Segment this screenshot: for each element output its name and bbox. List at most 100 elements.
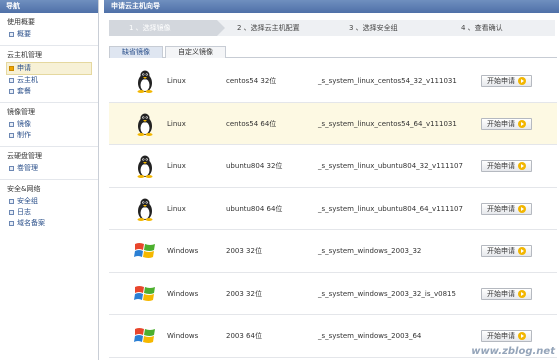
button-label: 开始申请 bbox=[487, 77, 515, 85]
arrow-right-icon bbox=[518, 77, 526, 85]
image-list: Linux centos54 32位 _s_system_linux_centos5… bbox=[109, 60, 557, 358]
sidebar-item-package[interactable]: 套餐 bbox=[7, 86, 98, 97]
table-row[interactable]: Windows 2003 32位 _s_system_windows_2003_32… bbox=[109, 230, 557, 273]
os-version: 2003 32位 bbox=[226, 247, 262, 255]
step-label: 1 、选择镜像 bbox=[129, 24, 171, 32]
windows-logo-icon bbox=[133, 282, 157, 306]
nav-group-title: 云硬盘管理 bbox=[7, 152, 42, 160]
sidebar-item-label: 制作 bbox=[17, 131, 31, 139]
sidebar-item-make[interactable]: 制作 bbox=[7, 130, 98, 141]
sidebar-item-label: 卷管理 bbox=[17, 164, 38, 172]
arrow-right-icon bbox=[518, 162, 526, 170]
sidebar-item-label: 申请 bbox=[17, 64, 31, 72]
start-apply-button[interactable]: 开始申请 bbox=[481, 75, 532, 87]
linux-tux-icon bbox=[133, 112, 157, 136]
arrow-right-icon bbox=[518, 247, 526, 255]
os-name: Linux bbox=[167, 204, 186, 213]
watermark: www.zblog.net bbox=[471, 346, 555, 357]
sidebar-item-label: 概要 bbox=[17, 30, 31, 38]
image-tabs: 缺省镜像 自定义镜像 bbox=[109, 46, 557, 58]
bullet-icon bbox=[9, 78, 14, 83]
nav-group-title: 使用概要 bbox=[7, 18, 35, 26]
bullet-icon bbox=[9, 199, 14, 204]
image-template-name: _s_system_windows_2003_64 bbox=[318, 332, 422, 340]
sidebar-title: 导航 bbox=[0, 0, 98, 13]
nav-group-title: 安全&网络 bbox=[7, 185, 41, 193]
bullet-icon bbox=[9, 89, 14, 94]
windows-logo-icon bbox=[133, 239, 157, 263]
os-version: 2003 64位 bbox=[226, 332, 262, 340]
os-name: Windows bbox=[167, 247, 199, 255]
sidebar-item-overview[interactable]: 概要 bbox=[7, 29, 98, 40]
linux-tux-icon bbox=[133, 69, 157, 93]
image-template-name: _s_system_linux_ubuntu804_32_v111107 bbox=[318, 162, 463, 170]
table-row[interactable]: Linux ubuntu804 32位 _s_system_linux_ubuntu… bbox=[109, 145, 557, 188]
os-version: ubuntu804 64位 bbox=[226, 204, 283, 213]
bullet-icon bbox=[9, 32, 14, 37]
sidebar-item-volume[interactable]: 卷管理 bbox=[7, 163, 98, 174]
bullet-icon bbox=[9, 166, 14, 171]
arrow-right-icon bbox=[518, 332, 526, 340]
start-apply-button[interactable]: 开始申请 bbox=[481, 287, 532, 300]
sidebar-item-image[interactable]: 镜像 bbox=[7, 119, 98, 130]
os-name: Linux bbox=[167, 162, 186, 170]
linux-tux-icon bbox=[133, 154, 157, 178]
start-apply-button[interactable]: 开始申请 bbox=[481, 160, 532, 172]
sidebar-item-label: 安全组 bbox=[17, 197, 38, 205]
table-row[interactable]: Linux centos54 64位 _s_system_linux_centos5… bbox=[109, 102, 557, 145]
bullet-icon bbox=[9, 133, 14, 138]
nav-group-cloud-host: 云主机管理 申请 云主机 套餐 bbox=[0, 46, 98, 103]
button-label: 开始申请 bbox=[487, 289, 515, 298]
start-apply-button[interactable]: 开始申请 bbox=[481, 330, 532, 342]
sidebar-item-label: 镜像 bbox=[17, 120, 31, 128]
start-apply-button[interactable]: 开始申请 bbox=[481, 202, 532, 215]
image-template-name: _s_system_linux_ubuntu804_64_v111107 bbox=[318, 204, 463, 213]
table-row[interactable]: Linux centos54 32位 _s_system_linux_centos5… bbox=[109, 60, 557, 103]
step-confirm: 4 、查看确认 bbox=[441, 20, 555, 36]
os-version: centos54 32位 bbox=[226, 77, 277, 85]
table-row[interactable]: Windows 2003 32位 _s_system_windows_2003_32… bbox=[109, 273, 557, 315]
bullet-icon bbox=[9, 210, 14, 215]
sidebar-item-cloud-host[interactable]: 云主机 bbox=[7, 75, 98, 86]
nav-group-image: 镜像管理 镜像 制作 bbox=[0, 103, 98, 147]
os-version: ubuntu804 32位 bbox=[226, 162, 283, 170]
os-name: Windows bbox=[167, 332, 199, 340]
arrow-right-icon bbox=[518, 204, 526, 213]
sidebar-item-label: 云主机 bbox=[17, 76, 38, 84]
start-apply-button[interactable]: 开始申请 bbox=[481, 117, 532, 130]
image-template-name: _s_system_linux_centos54_32_v111031 bbox=[318, 77, 457, 85]
button-label: 开始申请 bbox=[487, 247, 515, 255]
nav-group-overview: 使用概要 概要 bbox=[0, 13, 98, 46]
step-label: 4 、查看确认 bbox=[461, 24, 503, 32]
start-apply-button[interactable]: 开始申请 bbox=[481, 245, 532, 257]
step-label: 3 、选择安全组 bbox=[349, 24, 398, 32]
sidebar-item-apply[interactable]: 申请 bbox=[6, 62, 92, 75]
step-security-group: 3 、选择安全组 bbox=[329, 20, 449, 36]
wizard-steps: 1 、选择镜像 2 、选择云主机配置 3 、选择安全组 4 、查看确认 bbox=[109, 20, 555, 36]
step-host-config: 2 、选择云主机配置 bbox=[217, 20, 337, 36]
sidebar-item-label: 日志 bbox=[17, 208, 31, 216]
tab-default-images[interactable]: 缺省镜像 bbox=[109, 46, 163, 58]
windows-logo-icon bbox=[133, 324, 157, 348]
image-template-name: _s_system_windows_2003_32_is_v0815 bbox=[318, 289, 456, 298]
sidebar-nav: 导航 使用概要 概要 云主机管理 申请 云主机 套餐 镜像管理 镜像 制作 云硬… bbox=[0, 0, 99, 360]
main-panel: 申请云主机向导 1 、选择镜像 2 、选择云主机配置 3 、选择安全组 4 、查… bbox=[104, 0, 559, 360]
step-arrow bbox=[217, 20, 225, 36]
nav-group-security: 安全&网络 安全组 日志 域名备案 bbox=[0, 180, 98, 234]
button-label: 开始申请 bbox=[487, 162, 515, 170]
step-arrow bbox=[441, 20, 449, 36]
button-label: 开始申请 bbox=[487, 119, 515, 128]
sidebar-item-security-group[interactable]: 安全组 bbox=[7, 196, 98, 207]
os-version: centos54 64位 bbox=[226, 119, 277, 128]
image-template-name: _s_system_windows_2003_32 bbox=[318, 247, 422, 255]
button-label: 开始申请 bbox=[487, 204, 515, 213]
tab-custom-images[interactable]: 自定义镜像 bbox=[165, 46, 226, 58]
image-template-name: _s_system_linux_centos54_64_v111031 bbox=[318, 119, 457, 128]
sidebar-item-domain-filing[interactable]: 域名备案 bbox=[7, 218, 98, 229]
sidebar-item-label: 域名备案 bbox=[17, 219, 45, 227]
nav-group-title: 镜像管理 bbox=[7, 108, 35, 116]
sidebar-item-log[interactable]: 日志 bbox=[7, 207, 98, 218]
bullet-icon bbox=[9, 66, 14, 71]
nav-group-title: 云主机管理 bbox=[7, 51, 42, 59]
table-row[interactable]: Linux ubuntu804 64位 _s_system_linux_ubuntu… bbox=[109, 188, 557, 230]
